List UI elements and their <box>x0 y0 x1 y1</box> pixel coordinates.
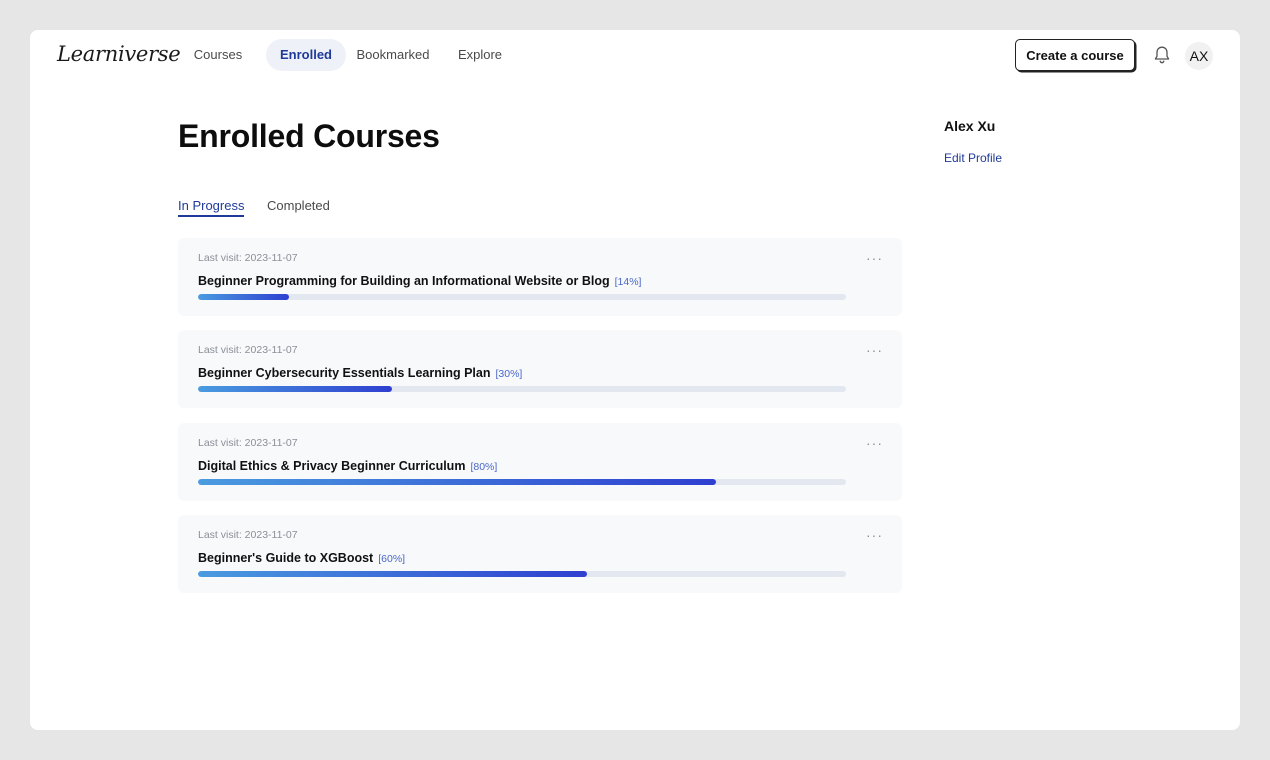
course-card[interactable]: Last visit: 2023-11-07 Beginner Programm… <box>178 238 902 316</box>
progress-bar <box>198 386 846 392</box>
more-horizontal-icon[interactable]: ··· <box>866 342 883 358</box>
course-card[interactable]: Last visit: 2023-11-07 Beginner's Guide … <box>178 515 902 593</box>
progress-bar <box>198 571 846 577</box>
more-horizontal-icon[interactable]: ··· <box>866 527 883 543</box>
more-horizontal-icon[interactable]: ··· <box>866 250 883 266</box>
nav-item-enrolled[interactable]: Enrolled <box>266 39 346 71</box>
tab-completed[interactable]: Completed <box>267 198 330 215</box>
avatar[interactable]: AX <box>1185 42 1213 70</box>
progress-percent: [60%] <box>378 553 406 565</box>
course-title-row: Beginner's Guide to XGBoost [60%] <box>198 549 405 567</box>
progress-bar-fill <box>198 386 393 392</box>
nav-item-bookmarked[interactable]: Bookmarked <box>352 39 434 71</box>
last-visit-date: Last visit: 2023-11-07 <box>198 252 298 264</box>
more-horizontal-icon[interactable]: ··· <box>866 435 883 451</box>
edit-profile-link[interactable]: Edit Profile <box>944 151 1002 165</box>
course-title-row: Digital Ethics & Privacy Beginner Curric… <box>198 457 497 475</box>
progress-percent: [80%] <box>470 461 498 473</box>
course-title-row: Beginner Programming for Building an Inf… <box>198 272 641 290</box>
last-visit-date: Last visit: 2023-11-07 <box>198 437 298 449</box>
course-title[interactable]: Beginner's Guide to XGBoost <box>198 551 373 565</box>
progress-percent: [14%] <box>614 276 642 288</box>
course-title[interactable]: Digital Ethics & Privacy Beginner Curric… <box>198 459 465 473</box>
last-visit-date: Last visit: 2023-11-07 <box>198 529 298 541</box>
nav-item-explore[interactable]: Explore <box>446 39 514 71</box>
course-title[interactable]: Beginner Programming for Building an Inf… <box>198 274 610 288</box>
progress-percent: [30%] <box>495 368 523 380</box>
progress-bar <box>198 294 846 300</box>
nav-item-courses[interactable]: Courses <box>180 39 256 71</box>
course-title-row: Beginner Cybersecurity Essentials Learni… <box>198 364 522 382</box>
tab-in-progress[interactable]: In Progress <box>178 198 245 217</box>
course-title[interactable]: Beginner Cybersecurity Essentials Learni… <box>198 366 490 380</box>
create-course-button[interactable]: Create a course <box>1015 39 1135 71</box>
course-card[interactable]: Last visit: 2023-11-07 Digital Ethics & … <box>178 423 902 501</box>
page-title: Enrolled Courses <box>178 118 440 154</box>
progress-bar <box>198 479 846 485</box>
progress-bar-fill <box>198 294 289 300</box>
app-window: Learniverse Courses Enrolled Bookmarked … <box>30 30 1240 730</box>
profile-name: Alex Xu <box>944 118 996 134</box>
course-card[interactable]: Last visit: 2023-11-07 Beginner Cybersec… <box>178 330 902 408</box>
last-visit-date: Last visit: 2023-11-07 <box>198 344 298 356</box>
progress-bar-fill <box>198 571 587 577</box>
logo[interactable]: Learniverse <box>57 42 181 66</box>
progress-bar-fill <box>198 479 717 485</box>
bell-icon[interactable] <box>1153 45 1171 65</box>
